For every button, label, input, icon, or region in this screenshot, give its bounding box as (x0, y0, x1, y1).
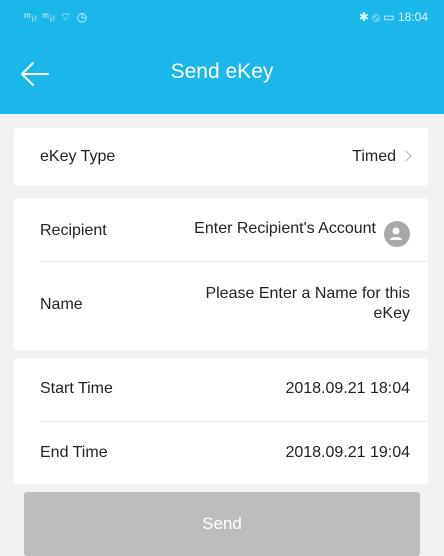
name-label: Name (40, 296, 83, 313)
recipient-row: Recipient Enter Recipient's Account (14, 198, 428, 262)
end-time-value: 2018.09.21 19:04 (285, 444, 410, 461)
ekey-type-value: Timed (352, 148, 396, 165)
name-input[interactable]: Please Enter a Name for this eKey (205, 284, 410, 324)
status-bar: ᵐᵢₗ ᵐᵢₗ ⌔ ◷ ✱ ⦸ ▭ 18:04 (0, 0, 444, 34)
status-icons-right-glyphs: ✱ ⦸ ▭ (358, 10, 395, 24)
ekey-type-label: eKey Type (40, 148, 116, 165)
start-time-value: 2018.09.21 18:04 (285, 380, 410, 397)
start-time-row[interactable]: Start Time 2018.09.21 18:04 (14, 358, 428, 421)
ekey-type-value-wrap: Timed (352, 148, 412, 166)
page-title: Send eKey (170, 60, 274, 83)
status-icons-right: ✱ ⦸ ▭ 18:04 (359, 10, 428, 25)
send-button[interactable]: Send (24, 492, 420, 556)
status-icons-left: ᵐᵢₗ ᵐᵢₗ ⌔ ◷ (24, 10, 89, 24)
name-placeholder-line2: eKey (373, 305, 410, 322)
end-time-row[interactable]: End Time 2018.09.21 19:04 (14, 422, 428, 484)
recipient-label: Recipient (40, 222, 107, 239)
recipient-input[interactable]: Enter Recipient's Account (194, 220, 376, 238)
start-time-label: Start Time (40, 380, 113, 397)
name-row: Name Please Enter a Name for this eKey (14, 262, 428, 350)
time-card: Start Time 2018.09.21 18:04 End Time 201… (14, 358, 428, 484)
status-time: 18:04 (397, 10, 428, 24)
navbar: Send eKey (0, 34, 444, 114)
ekey-type-row[interactable]: eKey Type Timed (14, 128, 428, 186)
recipient-name-card: Recipient Enter Recipient's Account Name… (14, 198, 428, 350)
ekey-type-card: eKey Type Timed (14, 128, 428, 186)
chevron-right-icon (400, 150, 412, 162)
name-placeholder-line1: Please Enter a Name for this (205, 285, 410, 302)
contact-icon[interactable] (384, 221, 410, 247)
end-time-label: End Time (40, 444, 108, 461)
